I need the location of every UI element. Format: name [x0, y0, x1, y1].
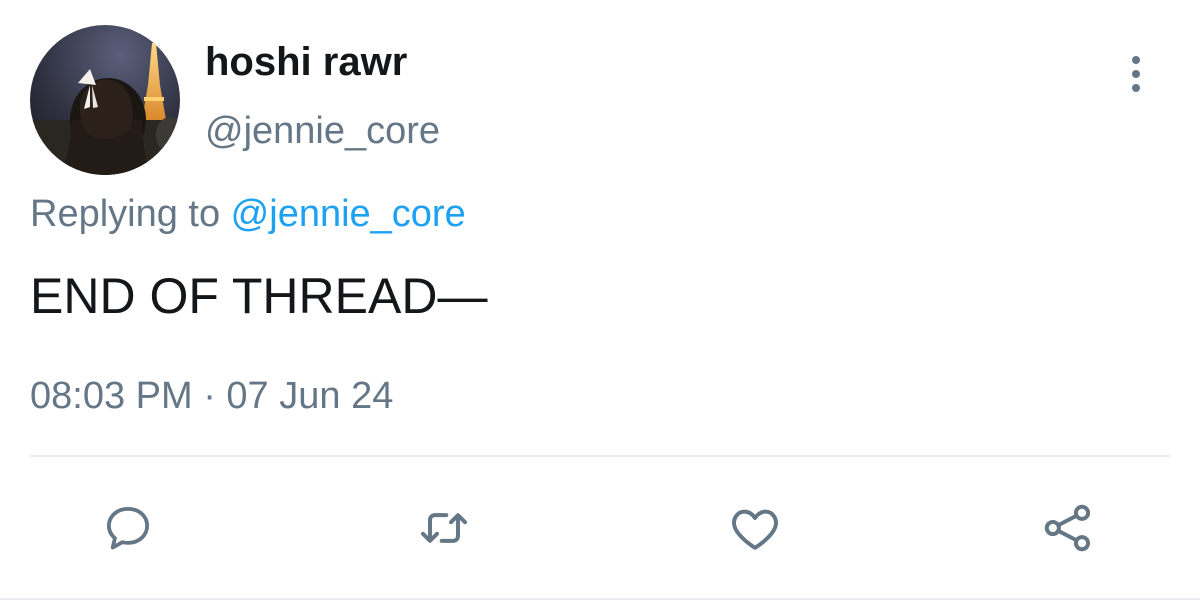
retweet-icon — [421, 513, 467, 543]
tweet-timestamp[interactable]: 08:03 PM · 07 Jun 24 — [30, 372, 393, 420]
author-handle[interactable]: @jennie_core — [205, 107, 440, 155]
retweet-button[interactable] — [414, 498, 474, 558]
author-display-name[interactable]: hoshi rawr — [205, 38, 407, 86]
like-button[interactable] — [725, 498, 785, 558]
more-dot — [1132, 56, 1140, 64]
more-dot — [1132, 84, 1140, 92]
share-icon — [1044, 504, 1091, 552]
share-button[interactable] — [1038, 498, 1098, 558]
bottom-divider — [0, 598, 1200, 600]
reply-prefix: Replying to — [30, 193, 231, 235]
divider — [30, 455, 1170, 457]
more-dot — [1132, 70, 1140, 78]
more-vertical-icon[interactable] — [1118, 50, 1154, 98]
avatar-image — [30, 25, 180, 175]
avatar[interactable] — [30, 25, 180, 175]
like-icon — [732, 509, 778, 550]
tweet-text: END OF THREAD— — [30, 268, 488, 324]
reply-context: Replying to @jennie_core — [30, 190, 466, 238]
reply-mention-link[interactable]: @jennie_core — [231, 193, 466, 235]
reply-icon — [106, 506, 150, 550]
reply-button[interactable] — [98, 498, 158, 558]
